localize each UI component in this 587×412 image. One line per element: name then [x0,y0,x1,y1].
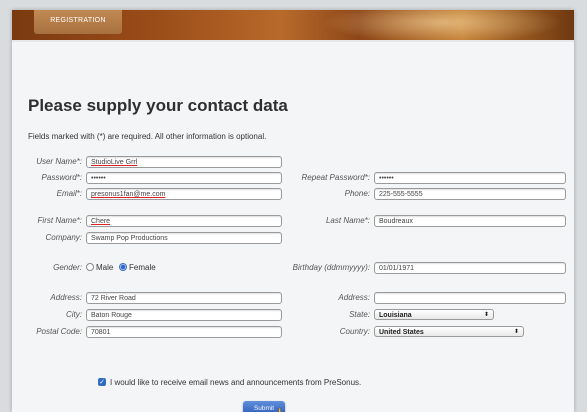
first-name-value: Chere [91,218,111,225]
state-label: State: [349,310,370,319]
address2-input[interactable] [374,292,566,304]
user-name-value: StudioLive Grrl [91,159,138,166]
repeat-password-input[interactable]: •••••• [374,172,566,184]
email-label: Email*: [56,189,82,198]
header-divider [12,40,574,42]
country-select[interactable]: United States ⬍ [374,326,524,337]
phone-label: Phone: [344,189,370,198]
address2-label: Address: [338,293,370,302]
repeat-password-label: Repeat Password*: [301,173,370,182]
city-label: City: [66,310,82,319]
user-name-input[interactable]: StudioLive Grrl [86,156,282,168]
address-input[interactable]: 72 River Road [86,292,282,304]
state-value: Louisiana [379,312,412,319]
consent-label: I would like to receive email news and a… [110,378,362,387]
company-label: Company: [45,233,82,242]
birthday-label: Birthday (ddmmyyyy): [292,263,370,272]
gender-female-radio[interactable] [119,263,127,271]
last-name-input[interactable]: Boudreaux [374,215,566,227]
registration-page: REGISTRATION Please supply your contact … [12,10,574,412]
gender-female-label: Female [129,263,156,272]
chevron-updown-icon: ⬍ [483,312,489,318]
required-note: Fields marked with (*) are required. All… [28,132,267,141]
city-input[interactable]: Baton Rouge [86,309,282,321]
chevron-updown-icon: ⬍ [513,329,519,335]
pointer-cursor-icon: ☝ [270,408,285,412]
tab-registration[interactable]: REGISTRATION [34,10,122,34]
address-label: Address: [50,293,82,302]
phone-input[interactable]: 225-555-5555 [374,188,566,200]
email-input[interactable]: presonus1fan@me.com [86,188,282,200]
password-input[interactable]: •••••• [86,172,282,184]
first-name-label: First Name*: [37,216,82,225]
country-label: Country: [339,327,370,336]
birthday-input[interactable]: 01/01/1971 [374,262,566,274]
user-name-label: User Name*: [36,157,82,166]
header-banner: REGISTRATION [12,10,574,45]
page-title: Please supply your contact data [28,96,288,115]
postal-code-input[interactable]: 70801 [86,326,282,338]
company-input[interactable]: Swamp Pop Productions [86,232,282,244]
email-value: presonus1fan@me.com [91,191,166,198]
gender-label: Gender: [53,263,82,272]
first-name-input[interactable]: Chere [86,215,282,227]
last-name-label: Last Name*: [325,216,370,225]
consent-checkbox[interactable]: ✓ [98,378,106,386]
country-value: United States [379,329,424,336]
password-label: Password*: [41,173,82,182]
postal-code-label: Postal Code: [36,327,82,336]
gender-male-radio[interactable] [86,263,94,271]
gender-male-label: Male [96,263,114,272]
state-select[interactable]: Louisiana ⬍ [374,309,494,320]
